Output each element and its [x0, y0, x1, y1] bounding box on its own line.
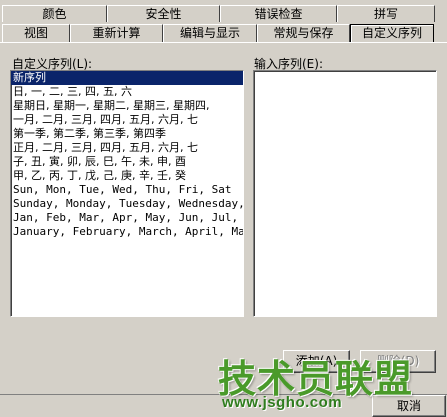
- tab-label: 编辑与显示: [179, 26, 240, 40]
- tab-label: 颜色: [42, 7, 67, 21]
- list-item[interactable]: 子, 丑, 寅, 卯, 辰, 巳, 午, 未, 申, 酉: [11, 155, 243, 169]
- custom-lists-listbox[interactable]: 新序列 日, 一, 二, 三, 四, 五, 六 星期日, 星期一, 星期二, 星…: [10, 70, 244, 317]
- tab-label: 拼写: [373, 7, 398, 21]
- input-entries-field[interactable]: [253, 70, 437, 317]
- tab-row-bottom: 视图 重新计算 编辑与显示 常规与保存 自定义序列: [0, 24, 447, 42]
- tab-label: 自定义序列: [361, 26, 422, 40]
- tab-label: 错误检查: [254, 7, 303, 21]
- list-item[interactable]: 日, 一, 二, 三, 四, 五, 六: [11, 85, 243, 99]
- tab-label: 常规与保存: [273, 26, 334, 40]
- tab-view[interactable]: 视图: [2, 24, 70, 42]
- tab-general[interactable]: 常规与保存: [257, 24, 350, 42]
- tab-custom-lists[interactable]: 自定义序列: [350, 24, 434, 42]
- tab-row-top: 颜色 安全性 错误检查 拼写: [0, 5, 447, 22]
- tab-color[interactable]: 颜色: [2, 5, 107, 22]
- list-item[interactable]: Jan, Feb, Mar, Apr, May, Jun, Jul, Aug: [11, 211, 243, 225]
- tab-label: 安全性: [145, 7, 182, 21]
- tab-label: 重新计算: [92, 26, 141, 40]
- list-item[interactable]: 一月, 二月, 三月, 四月, 五月, 六月, 七: [11, 113, 243, 127]
- list-item[interactable]: 甲, 乙, 丙, 丁, 戊, 己, 庚, 辛, 壬, 癸: [11, 169, 243, 183]
- tab-error-check[interactable]: 错误检查: [220, 5, 337, 22]
- custom-lists-panel: 自定义序列(L): 输入序列(E): 新序列 日, 一, 二, 三, 四, 五,…: [0, 42, 447, 394]
- tab-edit[interactable]: 编辑与显示: [163, 24, 257, 42]
- watermark-logo: 技术员联盟 www.jsgho.com: [218, 348, 447, 417]
- tab-spelling[interactable]: 拼写: [337, 5, 435, 22]
- list-item[interactable]: January, February, March, April, May,: [11, 225, 243, 239]
- list-item[interactable]: 星期日, 星期一, 星期二, 星期三, 星期四,: [11, 99, 243, 113]
- tab-security[interactable]: 安全性: [107, 5, 220, 22]
- list-item[interactable]: Sun, Mon, Tue, Wed, Thu, Fri, Sat: [11, 183, 243, 197]
- watermark-url: www.jsgho.com: [222, 394, 343, 411]
- list-item[interactable]: 第一季, 第二季, 第三季, 第四季: [11, 127, 243, 141]
- tab-label: 视图: [23, 26, 48, 40]
- list-item-new-list[interactable]: 新序列: [11, 71, 243, 85]
- list-item[interactable]: 正月, 二月, 三月, 四月, 五月, 六月, 七: [11, 141, 243, 155]
- tab-calculation[interactable]: 重新计算: [70, 24, 163, 42]
- list-item[interactable]: Sunday, Monday, Tuesday, Wednesday, Th: [11, 197, 243, 211]
